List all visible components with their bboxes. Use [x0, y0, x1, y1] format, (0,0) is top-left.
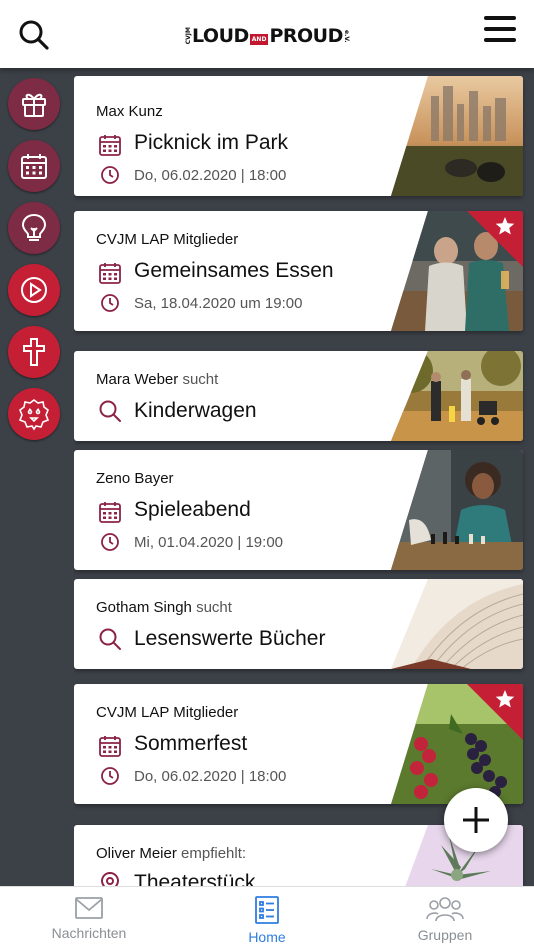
clock-icon	[101, 533, 119, 551]
add-button[interactable]	[444, 788, 508, 852]
logo-proud: PROUD	[269, 25, 343, 47]
card-title: Theaterstück	[134, 871, 256, 886]
play-icon	[21, 277, 47, 303]
sidebar-item-gifts[interactable]	[8, 78, 60, 130]
cross-icon	[23, 338, 45, 366]
card-author: Max Kunz	[96, 103, 163, 120]
card-datetime: Sa, 18.04.2020 um 19:00	[134, 295, 303, 312]
search-icon	[99, 400, 121, 422]
calendar-icon	[99, 135, 121, 156]
list-icon	[255, 896, 279, 924]
card-title: Picknick im Park	[134, 131, 289, 154]
card-author: Oliver Meier empfiehlt:	[96, 845, 247, 862]
card-datetime: Mi, 01.04.2020 | 19:00	[134, 534, 284, 551]
calendar-icon	[99, 263, 121, 284]
sidebar-item-faith[interactable]	[8, 326, 60, 378]
card-photo	[391, 579, 523, 669]
card-title: Sommerfest	[134, 732, 248, 755]
feed: Max Kunz Picknick im Park Do, 06.02.2020…	[74, 68, 534, 886]
calendar-icon	[99, 736, 121, 757]
nav-home[interactable]: Home	[178, 887, 356, 950]
clock-icon	[101, 767, 119, 785]
featured-star-ribbon	[467, 684, 523, 740]
lightbulb-icon	[21, 213, 47, 241]
sidebar-item-lion[interactable]	[8, 388, 60, 440]
feed-card-spieleabend[interactable]: Zeno Bayer Spieleabend Mi, 01.04.2020 | …	[74, 450, 523, 570]
card-title: Kinderwagen	[134, 399, 257, 422]
card-author: CVJM LAP Mitglieder	[96, 704, 239, 721]
card-author: Zeno Bayer	[96, 470, 174, 487]
location-pin-icon	[100, 871, 120, 886]
nav-label: Home	[248, 929, 286, 945]
app-logo: CVJM LOUD AND PROUD e.V.	[185, 24, 350, 48]
clock-icon	[101, 294, 119, 312]
clock-icon	[101, 166, 119, 184]
bottom-navigation: Nachrichten Home Gruppen	[0, 886, 534, 950]
card-datetime: Do, 06.02.2020 | 18:00	[134, 768, 287, 785]
feed-card-sommerfest[interactable]: CVJM LAP Mitglieder Sommerfest Do, 06.02…	[74, 684, 523, 804]
feed-card-gemeinsames-essen[interactable]: CVJM LAP Mitglieder Gemeinsames Essen Sa…	[74, 211, 523, 331]
card-title: Lesenswerte Bücher	[134, 627, 326, 650]
logo-cvjm: CVJM	[185, 27, 192, 45]
lion-icon	[18, 399, 50, 431]
feed-card-picknick[interactable]: Max Kunz Picknick im Park Do, 06.02.2020…	[74, 76, 523, 196]
search-icon	[99, 628, 121, 650]
sidebar-item-calendar[interactable]	[8, 140, 60, 192]
feed-card-lesenswerte-buecher[interactable]: Gotham Singh sucht Lesenswerte Bücher	[74, 579, 523, 669]
card-photo	[391, 351, 523, 441]
card-title: Spieleabend	[134, 498, 251, 521]
sidebar	[0, 68, 70, 886]
logo-and: AND	[249, 34, 269, 45]
card-photo	[391, 450, 523, 570]
card-photo	[391, 76, 523, 196]
menu-icon[interactable]	[484, 16, 516, 44]
feed-card-kinderwagen[interactable]: Mara Weber sucht Kinderwagen	[74, 351, 523, 441]
nav-messages[interactable]: Nachrichten	[0, 887, 178, 950]
card-author: CVJM LAP Mitglieder	[96, 231, 239, 248]
card-author: Gotham Singh sucht	[96, 599, 232, 616]
gift-icon	[22, 93, 46, 117]
card-title: Gemeinsames Essen	[134, 259, 334, 282]
groups-icon	[426, 897, 464, 922]
card-author: Mara Weber sucht	[96, 371, 219, 388]
logo-ev: e.V.	[342, 29, 350, 43]
calendar-icon	[99, 502, 121, 523]
card-datetime: Do, 06.02.2020 | 18:00	[134, 167, 287, 184]
logo-loud: LOUD	[192, 25, 249, 47]
sidebar-item-ideas[interactable]	[8, 202, 60, 254]
plus-icon	[463, 807, 489, 833]
nav-label: Gruppen	[417, 927, 473, 943]
mail-icon	[75, 897, 103, 919]
calendar-icon	[21, 154, 47, 179]
nav-label: Nachrichten	[51, 925, 127, 941]
featured-star-ribbon	[467, 211, 523, 267]
top-bar: CVJM LOUD AND PROUD e.V.	[0, 0, 534, 68]
search-icon[interactable]	[18, 19, 50, 51]
sidebar-item-videos[interactable]	[8, 264, 60, 316]
nav-groups[interactable]: Gruppen	[356, 887, 534, 950]
